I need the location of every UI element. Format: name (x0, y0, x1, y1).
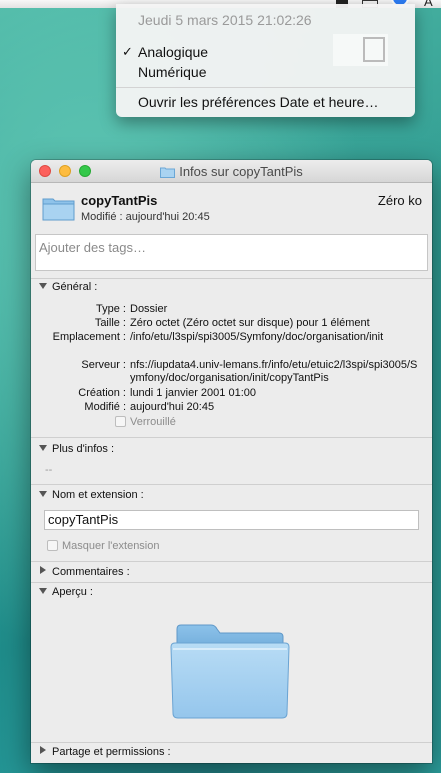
hide-extension-row[interactable]: Masquer l'extension (47, 540, 160, 552)
disclosure-down-icon[interactable] (39, 283, 47, 289)
checkmark-icon: ✓ (122, 44, 133, 59)
tags-input[interactable]: Ajouter des tags… (35, 234, 428, 271)
folder-icon (160, 166, 176, 181)
section-comments[interactable]: Commentaires : (39, 566, 130, 578)
section-name-extension-label: Nom et extension : (52, 489, 144, 501)
section-preview[interactable]: Aperçu : (39, 586, 93, 598)
disclosure-right-icon[interactable] (40, 746, 46, 754)
section-comments-label: Commentaires : (52, 566, 130, 578)
divider (31, 742, 432, 743)
section-sharing-permissions-label: Partage et permissions : (52, 746, 171, 758)
menu-bar-text[interactable]: A (424, 0, 433, 9)
info-value: Dossier (130, 303, 168, 315)
info-key: Emplacement : (52, 331, 126, 343)
file-size: Zéro ko (377, 193, 422, 208)
info-key: Serveur : (81, 359, 126, 371)
section-more-info-label: Plus d'infos : (52, 443, 115, 455)
menu-date: Jeudi 5 mars 2015 21:02:26 (138, 12, 312, 28)
window-title-text: Infos sur copyTantPis (179, 164, 303, 179)
title-bar[interactable]: Infos sur copyTantPis (31, 160, 432, 183)
divider (31, 582, 432, 583)
section-general[interactable]: Général : (39, 281, 97, 293)
info-header: copyTantPis Modifié : aujourd'hui 20:45 … (31, 183, 432, 229)
divider (31, 484, 432, 485)
info-key: Création : (78, 387, 126, 399)
menu-item-analog[interactable]: Analogique (138, 44, 208, 60)
info-key: Modifié : (84, 401, 126, 413)
disclosure-right-icon[interactable] (40, 566, 46, 574)
modified-date: Modifié : aujourd'hui 20:45 (81, 211, 210, 223)
hide-extension-label: Masquer l'extension (62, 540, 160, 552)
section-more-info[interactable]: Plus d'infos : (39, 443, 114, 455)
info-value: /info/etu/l3spi/spi3005/Symfony/doc/orga… (130, 331, 384, 343)
section-general-label: Général : (52, 281, 98, 293)
info-value: lundi 1 janvier 2001 01:00 (130, 387, 256, 399)
info-value: nfs://iupdata4.univ-lemans.fr/info/etu/e… (130, 359, 418, 384)
file-name: copyTantPis (81, 193, 158, 208)
name-field[interactable]: copyTantPis (44, 510, 419, 530)
info-key: Type : (96, 303, 126, 315)
divider (31, 561, 432, 562)
menu-item-open-preferences[interactable]: Ouvrir les préférences Date et heure… (138, 94, 378, 110)
disclosure-down-icon[interactable] (39, 445, 47, 451)
info-window: Infos sur copyTantPis copyTantPis Modifi… (31, 160, 432, 763)
disclosure-down-icon[interactable] (39, 588, 47, 594)
menu-separator (116, 87, 415, 88)
menu-item-digital[interactable]: Numérique (138, 64, 206, 80)
menu-backdrop-ghost-frame (363, 37, 385, 62)
section-sharing-permissions[interactable]: Partage et permissions : (39, 746, 171, 758)
section-name-extension[interactable]: Nom et extension : (39, 489, 144, 501)
folder-icon (42, 196, 75, 226)
divider (31, 437, 432, 438)
clock-dropdown-menu: Jeudi 5 mars 2015 21:02:26 ✓ Analogique … (116, 4, 415, 117)
info-value: Zéro octet (Zéro octet sur disque) pour … (130, 317, 370, 329)
section-preview-label: Aperçu : (52, 586, 93, 598)
locked-checkbox-row[interactable]: Verrouillé (115, 416, 176, 428)
folder-preview-icon (167, 623, 293, 725)
locked-checkbox[interactable] (115, 416, 126, 427)
disclosure-down-icon[interactable] (39, 491, 47, 497)
more-info-value: -- (45, 464, 53, 476)
divider (31, 278, 432, 279)
info-value: aujourd'hui 20:45 (130, 401, 215, 413)
info-key: Taille : (94, 317, 126, 329)
hide-extension-checkbox[interactable] (47, 540, 58, 551)
locked-label: Verrouillé (130, 416, 176, 428)
window-title: Infos sur copyTantPis (31, 164, 432, 181)
